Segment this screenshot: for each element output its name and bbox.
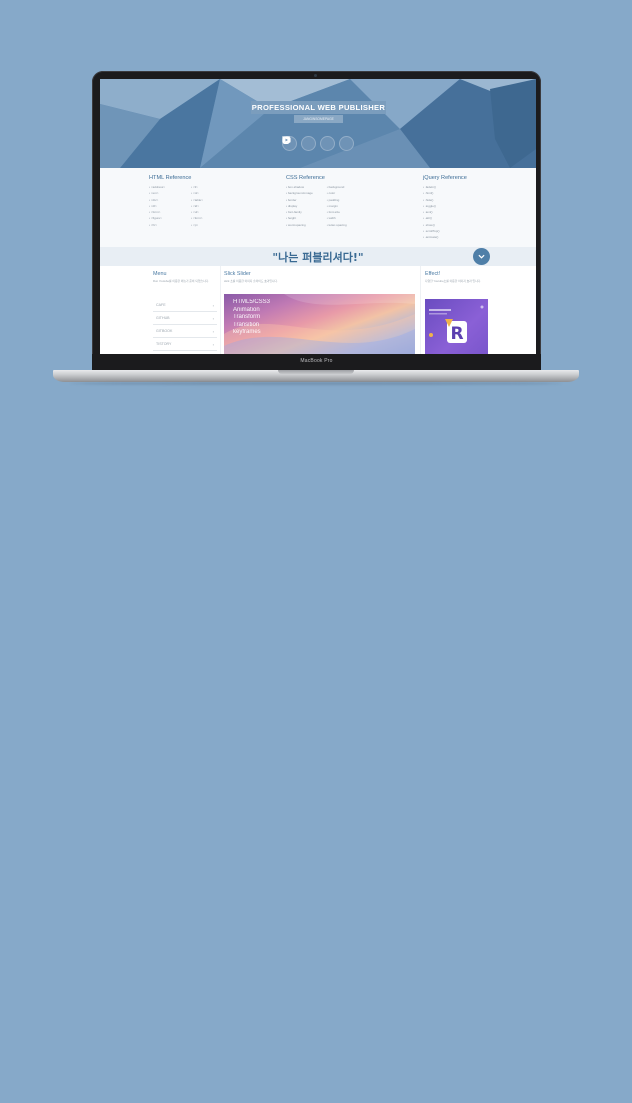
- menu-title: Menu: [153, 271, 167, 277]
- menu-panel: Menu Run Youtube를 이용한 메뉴가 준비 되었습니다. CAFE…: [149, 266, 221, 354]
- html-reference: HTML Reference • <address> • <em> • <div…: [149, 175, 203, 228]
- menu-item-label: GITBOOK: [156, 329, 173, 333]
- slide-line: Transition: [233, 321, 260, 328]
- slide-line: keyframes: [233, 329, 261, 335]
- chevron-right-icon: ›: [212, 329, 214, 334]
- list-item[interactable]: • background-image: [286, 190, 313, 196]
- css-reference: CSS Reference • box-shadow • background-…: [286, 175, 347, 228]
- effect-artwork: R: [429, 305, 484, 344]
- site-title: PROFESSIONAL WEB PUBLISHER: [251, 101, 386, 114]
- list-item[interactable]: • <p>: [191, 222, 203, 228]
- list-item[interactable]: • letter-spacing: [327, 222, 347, 228]
- slide-line: Transform: [233, 314, 261, 320]
- reference-section: HTML Reference • <address> • <em> • <div…: [100, 168, 536, 247]
- scroll-down-button[interactable]: [473, 248, 490, 265]
- site-subtitle: JANGINSOMEPAGE: [294, 115, 343, 123]
- social-links: [282, 136, 354, 151]
- slide-text-list: HTML5/CSS3 Animation Transform Transitio…: [233, 299, 270, 337]
- instagram-icon[interactable]: [282, 136, 335, 151]
- effect-title: Effect!: [425, 271, 441, 277]
- css-reference-title[interactable]: CSS Reference: [286, 175, 347, 181]
- slide-image[interactable]: HTML5/CSS3 Animation Transform Transitio…: [224, 294, 415, 354]
- menu-item-github[interactable]: GITHUB ›: [153, 312, 217, 325]
- html-reference-title[interactable]: HTML Reference: [149, 175, 203, 181]
- html-ref-col-1: • <address> • <em> • <div> • <dl> • <for…: [149, 184, 165, 228]
- laptop-bezel: MacBook Pro: [92, 354, 541, 371]
- list-item[interactable]: • <hr>: [149, 222, 165, 228]
- camera: [314, 74, 317, 77]
- list-item[interactable]: • word-spacing: [286, 222, 313, 228]
- chevron-right-icon: ›: [212, 342, 214, 347]
- effect-badge: R: [450, 324, 463, 344]
- menu-item-label: CAFE: [156, 303, 166, 307]
- jquery-ref-col-1: • .fadeIn() • .html() • .hide() • .toggl…: [423, 184, 440, 241]
- menu-item-gitbook[interactable]: GITBOOK ›: [153, 325, 217, 338]
- facebook-icon[interactable]: [284, 136, 316, 151]
- chevron-right-icon: ›: [212, 316, 214, 321]
- jquery-reference: jQuery Reference • .fadeIn() • .html() •…: [423, 175, 467, 241]
- list-item[interactable]: • .animate(): [423, 234, 440, 240]
- jquery-reference-title[interactable]: jQuery Reference: [423, 175, 467, 181]
- css-ref-col-2: • background • color • padding • margin …: [327, 184, 347, 228]
- css-ref-col-1: • box-shadow • background-image • border…: [286, 184, 313, 228]
- slider-desc: slick 소를 이용한 이미지 슬라이드 효과입니다.: [224, 279, 278, 283]
- slide-line: HTML5/CSS3: [233, 299, 271, 305]
- content-area: Menu Run Youtube를 이용한 메뉴가 준비 되었습니다. CAFE…: [100, 266, 536, 354]
- site-header: PROFESSIONAL WEB PUBLISHER JANGINSOMEPAG…: [100, 79, 536, 168]
- chevron-down-icon: [478, 254, 485, 259]
- banner: "나는 퍼블리셔다!": [100, 247, 536, 266]
- effect-desc: 다양한 Youtube소를 이용한 이미지 효과 입니다.: [425, 279, 481, 283]
- html-ref-col-2: • <li> • <ol> • <table> • <td> • <ul> • …: [191, 184, 203, 228]
- list-item[interactable]: • <table>: [191, 197, 203, 203]
- slider-panel: Slick Slider slick 소를 이용한 이미지 슬라이드 효과입니다…: [224, 266, 415, 354]
- youtube-icon[interactable]: [282, 136, 354, 151]
- menu-desc: Run Youtube를 이용한 메뉴가 준비 되었습니다.: [153, 279, 209, 283]
- laptop-shadow: [70, 382, 562, 385]
- menu-item-label: TISTORY: [156, 342, 172, 346]
- menu-item-cafe[interactable]: CAFE ›: [153, 299, 217, 312]
- slide-line: Animation: [233, 306, 260, 313]
- model-label: MacBook Pro: [300, 358, 333, 364]
- effect-panel: Effect! 다양한 Youtube소를 이용한 이미지 효과 입니다. R: [420, 266, 490, 354]
- laptop-notch: [278, 370, 354, 374]
- menu-item-label: GITHUB: [156, 316, 170, 320]
- screen: PROFESSIONAL WEB PUBLISHER JANGINSOMEPAG…: [100, 79, 536, 354]
- banner-text: "나는 퍼블리셔다!": [272, 251, 364, 264]
- chevron-right-icon: ›: [212, 303, 214, 308]
- header-background: [100, 79, 536, 168]
- effect-image[interactable]: R: [425, 299, 488, 354]
- menu-item-tistory[interactable]: TISTORY ›: [153, 338, 217, 351]
- list-item[interactable]: • <form>: [191, 215, 203, 221]
- slider-title: Slick Slider: [224, 271, 251, 277]
